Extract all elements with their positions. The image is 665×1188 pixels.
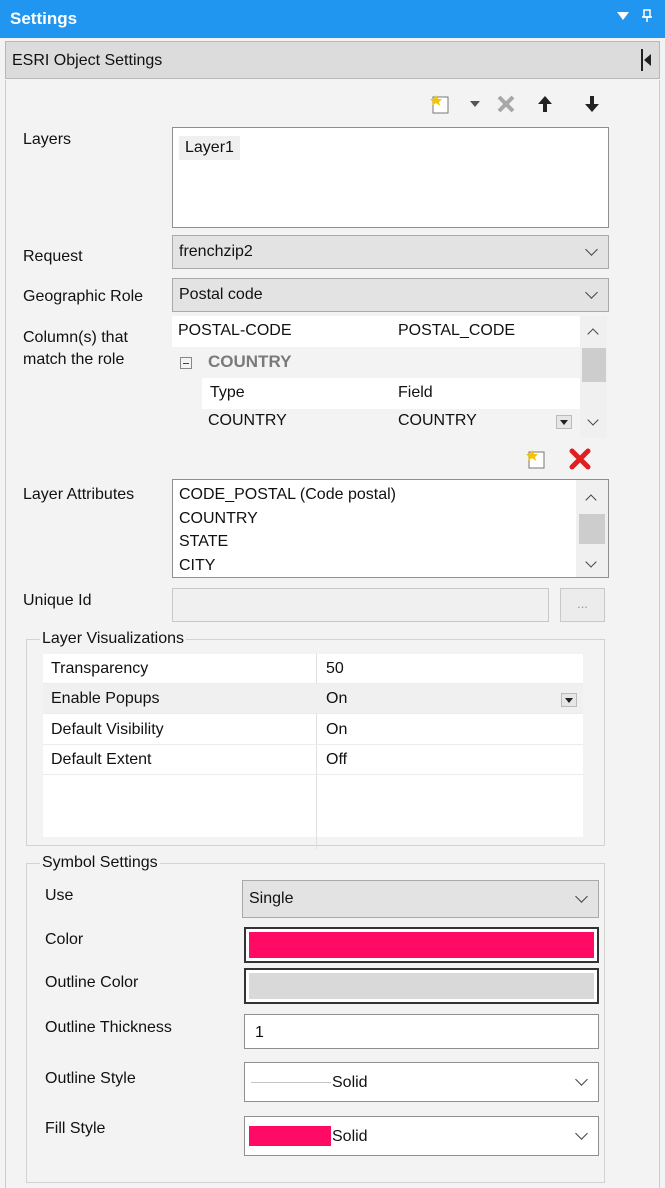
columns-match-label: Column(s) that match the role: [23, 329, 128, 368]
table-row[interactable]: COUNTRY COUNTRY: [202, 409, 580, 438]
attributes-scrollbar[interactable]: [576, 480, 608, 577]
scroll-thumb[interactable]: [582, 348, 606, 382]
scroll-up-icon[interactable]: [587, 328, 599, 340]
scroll-up-icon[interactable]: [585, 494, 597, 506]
panel-title: Settings: [10, 9, 78, 28]
layer-list-item[interactable]: Layer1: [179, 136, 240, 160]
panel-menu-dropdown-icon[interactable]: [617, 12, 629, 20]
move-up-icon[interactable]: [533, 92, 557, 116]
remove-column-icon[interactable]: [566, 446, 594, 472]
list-item[interactable]: CODE_POSTAL (Code postal): [179, 483, 396, 507]
use-select[interactable]: Single: [242, 880, 599, 918]
columns-scrollbar[interactable]: [580, 316, 607, 438]
outline-color-swatch: [249, 973, 594, 999]
request-select[interactable]: frenchzip2: [172, 235, 609, 269]
geographic-role-select[interactable]: Postal code: [172, 278, 609, 312]
collapse-panel-icon[interactable]: [641, 49, 653, 71]
new-layer-icon[interactable]: [428, 92, 454, 116]
delete-layer-icon[interactable]: [493, 92, 519, 116]
property-name: Enable Popups: [51, 690, 160, 707]
symbol-settings-title: Symbol Settings: [40, 854, 160, 872]
column-name: POSTAL-CODE: [178, 322, 292, 339]
collapse-group-icon[interactable]: [180, 357, 192, 369]
column-name: Type: [210, 384, 245, 401]
new-layer-dropdown-icon[interactable]: [470, 101, 480, 107]
geographic-role-value: Postal code: [179, 286, 263, 303]
outline-style-select[interactable]: Solid: [244, 1062, 599, 1102]
table-row[interactable]: Transparency 50: [43, 654, 583, 684]
layers-list[interactable]: Layer1: [172, 127, 609, 228]
property-value: Off: [326, 751, 348, 768]
table-row[interactable]: Default Visibility On: [43, 715, 583, 745]
property-value: On: [326, 721, 348, 738]
chevron-down-icon: [575, 1127, 588, 1140]
layer-visualizations-table[interactable]: Transparency 50 Enable Popups On Default…: [43, 654, 583, 849]
color-swatch: [249, 932, 594, 958]
add-column-icon[interactable]: [524, 446, 550, 472]
object-settings-title: ESRI Object Settings: [12, 52, 163, 69]
outline-thickness-input[interactable]: 1: [244, 1014, 599, 1049]
property-name: Default Visibility: [51, 721, 164, 738]
fill-style-value: Solid: [332, 1128, 368, 1145]
chevron-down-icon: [585, 243, 598, 256]
line-style-preview: [251, 1082, 331, 1083]
column-value: POSTAL_CODE: [398, 322, 516, 339]
pin-icon[interactable]: [641, 9, 653, 26]
layer-visualizations-title: Layer Visualizations: [40, 630, 187, 648]
scroll-down-icon[interactable]: [585, 556, 597, 568]
outline-style-label: Outline Style: [45, 1070, 136, 1087]
column-value: COUNTRY: [398, 412, 477, 429]
list-item[interactable]: STATE: [179, 530, 396, 554]
list-item[interactable]: CITY: [179, 554, 396, 578]
popups-dropdown-button[interactable]: [561, 693, 577, 707]
group-label: COUNTRY: [208, 352, 292, 371]
group-row-country[interactable]: COUNTRY: [172, 347, 580, 378]
chevron-down-icon: [575, 890, 588, 903]
fill-swatch: [249, 1126, 331, 1146]
use-value: Single: [249, 890, 294, 907]
outline-color-label: Outline Color: [45, 974, 139, 991]
columns-grid[interactable]: POSTAL-CODE POSTAL_CODE COUNTRY Type Fie…: [172, 316, 609, 438]
geographic-role-label: Geographic Role: [23, 288, 144, 305]
column-name: COUNTRY: [208, 412, 287, 429]
scroll-down-icon[interactable]: [587, 414, 599, 426]
layer-attributes-label: Layer Attributes: [23, 486, 135, 503]
column-value: Field: [398, 384, 433, 401]
use-label: Use: [45, 887, 74, 904]
scroll-thumb[interactable]: [579, 514, 605, 544]
layer-name: Layer1: [185, 139, 234, 156]
chevron-down-icon: [585, 286, 598, 299]
property-value: On: [326, 690, 348, 707]
unique-id-browse-button[interactable]: ...: [560, 588, 605, 622]
color-picker[interactable]: [244, 927, 599, 963]
object-settings-header: ESRI Object Settings: [5, 41, 660, 79]
panel-titlebar: Settings: [0, 0, 665, 38]
chevron-down-icon: [575, 1073, 588, 1086]
outline-color-picker[interactable]: [244, 968, 599, 1004]
table-row[interactable]: Type Field: [202, 378, 580, 409]
request-value: frenchzip2: [179, 243, 253, 260]
layers-label: Layers: [23, 131, 72, 148]
table-row[interactable]: Default Extent Off: [43, 745, 583, 775]
unique-id-label: Unique Id: [23, 592, 92, 609]
move-down-icon[interactable]: [580, 92, 604, 116]
layer-attributes-list[interactable]: CODE_POSTAL (Code postal) COUNTRY STATE …: [172, 479, 609, 578]
fill-style-select[interactable]: Solid: [244, 1116, 599, 1156]
outline-thickness-label: Outline Thickness: [45, 1019, 172, 1036]
outline-style-value: Solid: [332, 1074, 368, 1091]
property-value: 50: [326, 660, 344, 677]
property-name: Default Extent: [51, 751, 152, 768]
request-label: Request: [23, 248, 83, 265]
table-row[interactable]: POSTAL-CODE POSTAL_CODE: [172, 316, 580, 347]
color-label: Color: [45, 931, 84, 948]
column-dropdown-button[interactable]: [556, 415, 572, 429]
list-item[interactable]: COUNTRY: [179, 507, 396, 531]
unique-id-input[interactable]: [172, 588, 549, 622]
browse-button-label: ...: [577, 596, 588, 611]
table-row[interactable]: Enable Popups On: [43, 684, 583, 714]
outline-thickness-value: 1: [255, 1024, 264, 1041]
property-name: Transparency: [51, 660, 149, 677]
fill-style-label: Fill Style: [45, 1120, 106, 1137]
